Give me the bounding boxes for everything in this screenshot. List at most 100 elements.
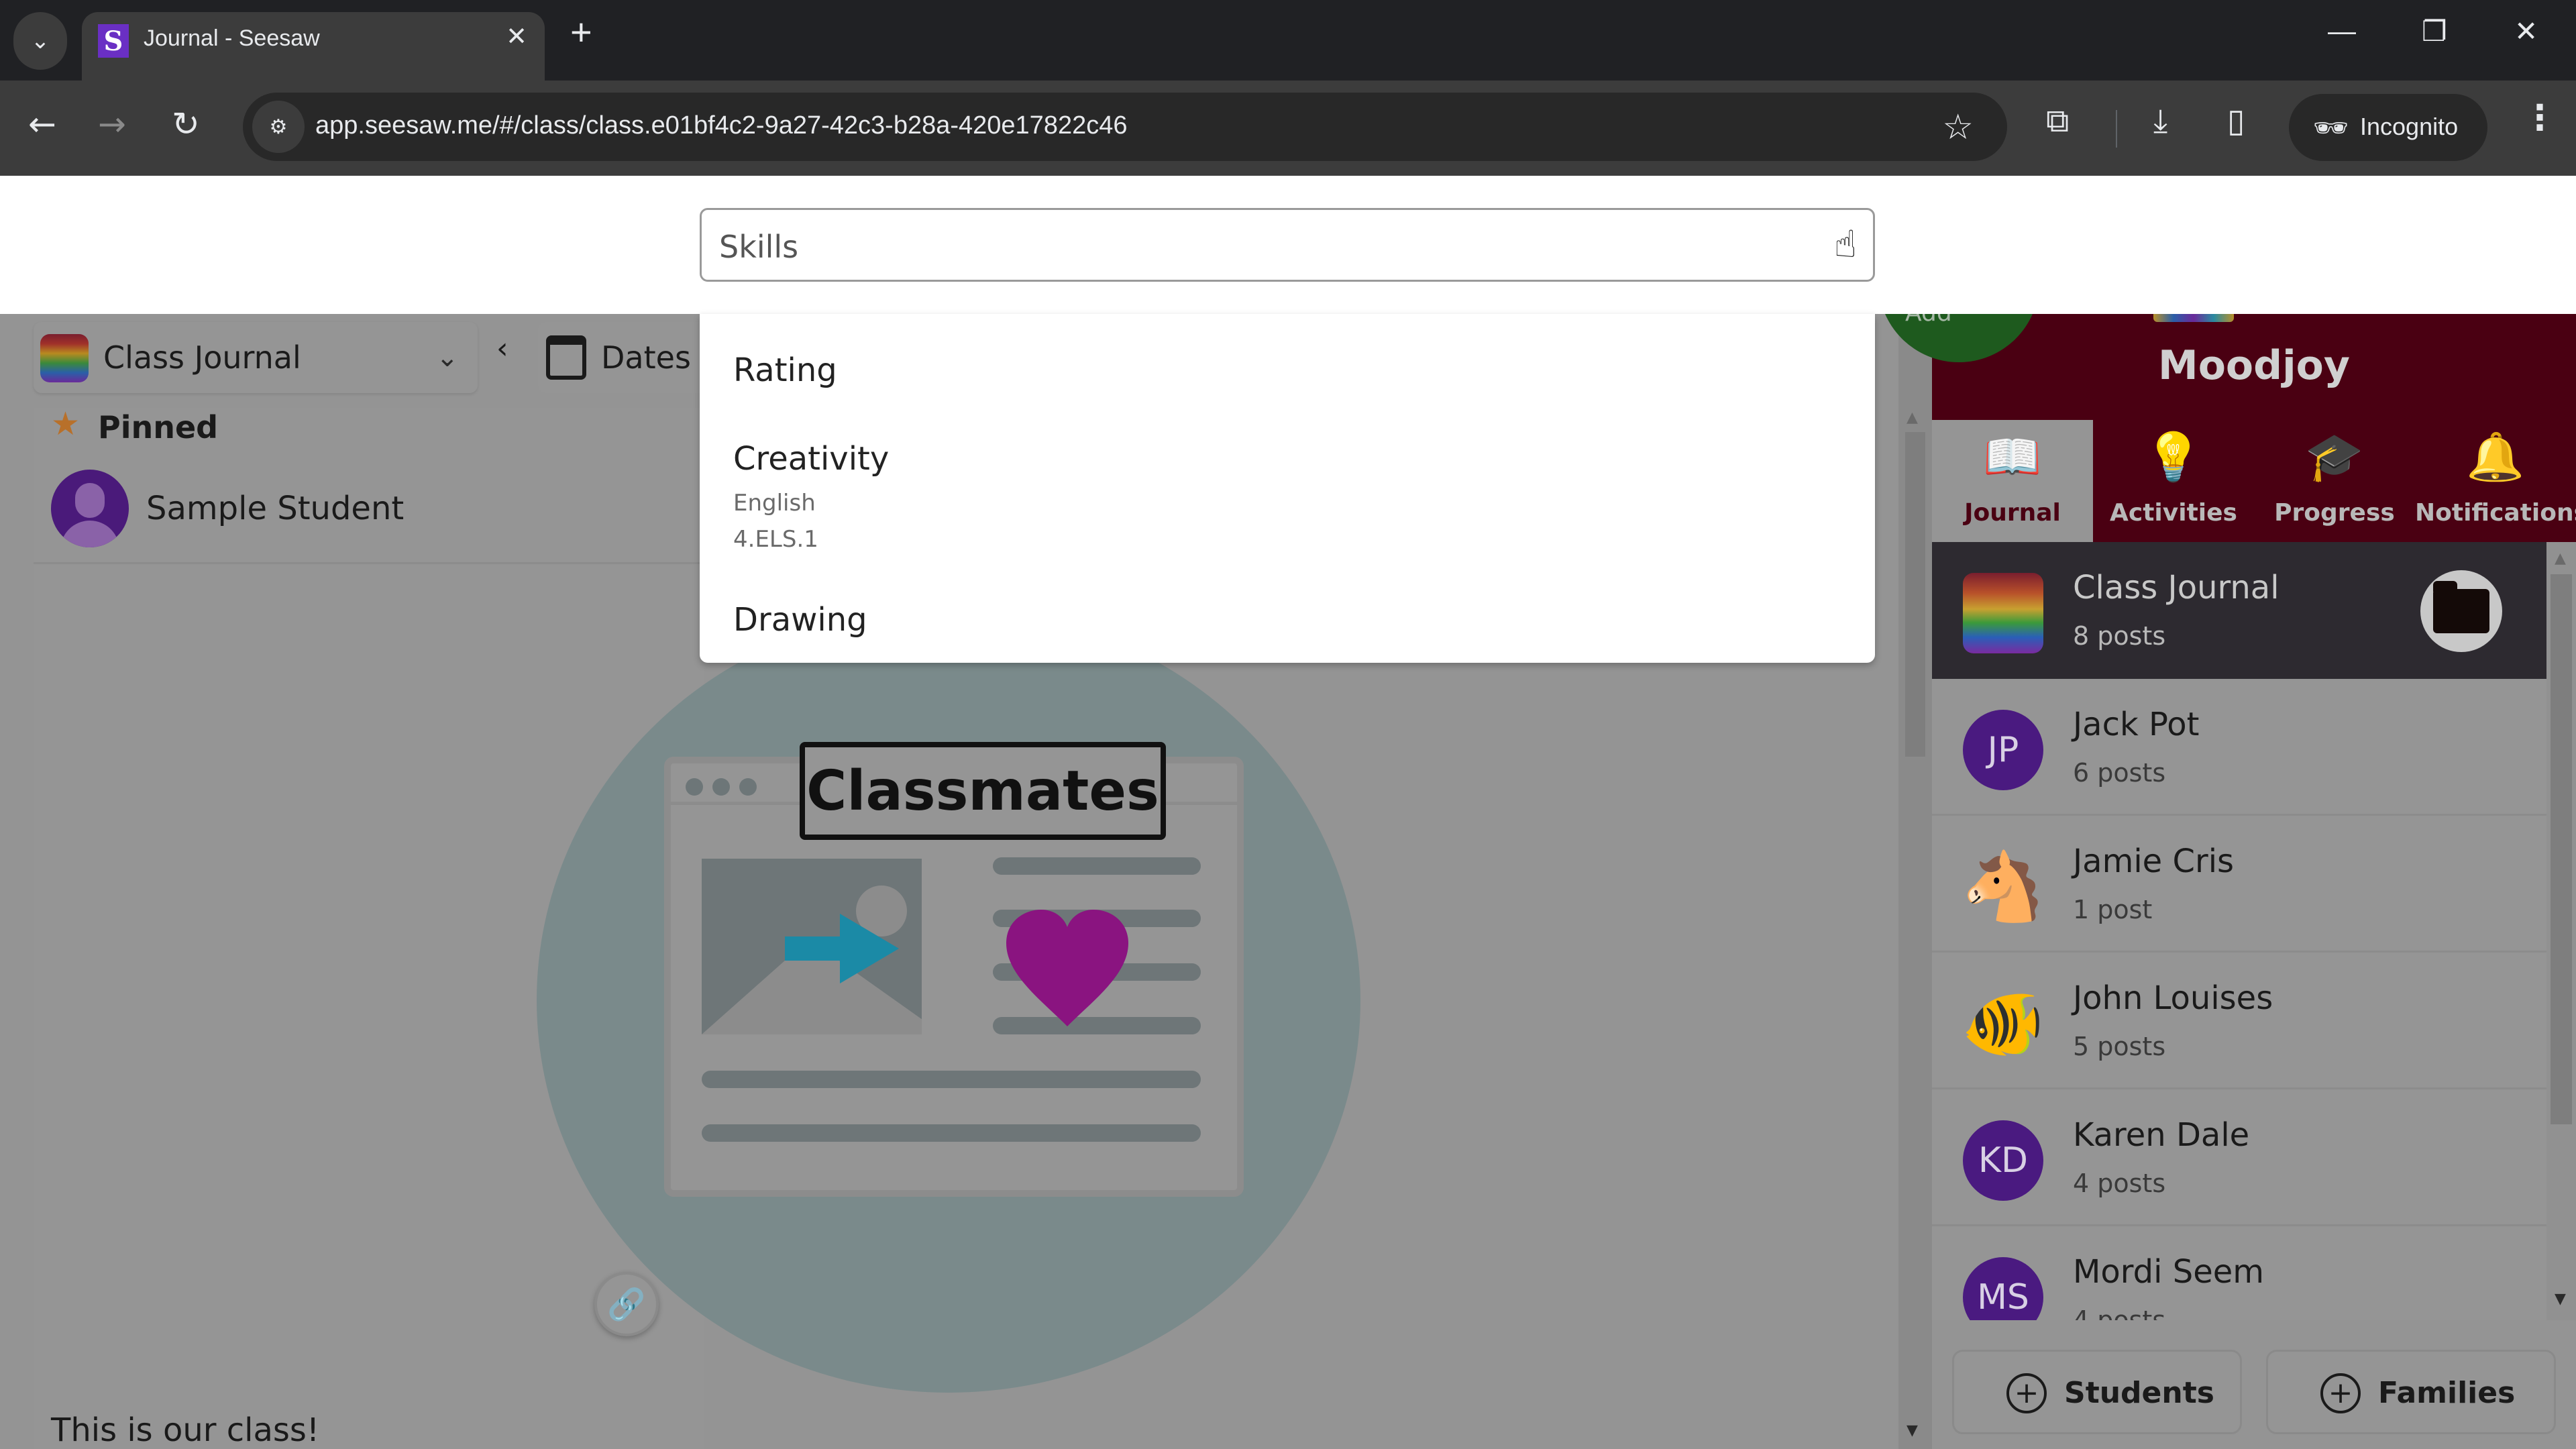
bell-icon: 🔔 <box>2466 429 2525 484</box>
incognito-indicator[interactable]: 🕶 Incognito <box>2289 94 2487 161</box>
pinned-student-name[interactable]: Sample Student <box>146 490 404 527</box>
list-item-name: Jamie Cris <box>2073 843 2235 880</box>
dates-label: Dates <box>601 339 691 376</box>
kebab-menu-icon: ⋮ <box>2522 98 2557 138</box>
tab-title: Journal - Seesaw <box>144 25 320 51</box>
list-item-count: 6 posts <box>2073 758 2166 788</box>
folders-button[interactable] <box>2420 570 2502 652</box>
extensions-button[interactable]: ⧉ <box>2046 105 2069 137</box>
scroll-down-arrow-icon[interactable]: ▼ <box>2555 1291 2566 1307</box>
list-item-name: Mordi Seem <box>2073 1253 2265 1291</box>
close-icon: ✕ <box>2514 15 2538 47</box>
url-text[interactable]: app.seesaw.me/#/class/class.e01bf4c2-9a2… <box>315 111 1128 140</box>
seesaw-favicon-icon: S <box>98 24 129 58</box>
tab-label: Progress <box>2274 499 2395 527</box>
illustration-text-line <box>993 857 1201 875</box>
download-icon: ⤓ <box>2153 102 2168 140</box>
list-item-count: 5 posts <box>2073 1032 2166 1061</box>
skill-option-drawing[interactable]: Drawing <box>733 601 867 639</box>
new-tab-button[interactable]: + <box>570 13 592 51</box>
rainbow-decoration <box>2153 314 2234 322</box>
list-item-count: 1 post <box>2073 895 2153 924</box>
incognito-label: Incognito <box>2360 113 2459 140</box>
avatar: KD <box>1963 1120 2043 1201</box>
close-window-button[interactable]: ✕ <box>2514 15 2538 48</box>
avatar-body <box>60 521 119 547</box>
class-journal-selector[interactable]: Class Journal ⌄ <box>34 322 478 393</box>
close-tab-button[interactable]: ✕ <box>506 21 527 52</box>
tab-progress[interactable]: 🎓 Progress <box>2254 420 2415 542</box>
tab-search-button[interactable]: ⌄ <box>13 12 67 70</box>
horse-avatar-icon: 🐴 <box>1961 847 2045 926</box>
tab-label: Activities <box>2110 499 2237 527</box>
divider <box>34 562 704 564</box>
skill-option-standard: 4.ELS.1 <box>733 526 818 553</box>
restore-button[interactable]: ❐ <box>2422 15 2447 48</box>
add-families-label: Families <box>2378 1376 2516 1410</box>
list-item[interactable]: 🐠 John Louises 5 posts <box>1932 953 2546 1089</box>
book-icon: 📖 <box>1983 429 2042 484</box>
browser-menu-button[interactable]: ⋮ <box>2522 101 2557 136</box>
class-bear-icon <box>1963 573 2043 653</box>
pinned-heading: Pinned <box>98 409 219 445</box>
back-button[interactable]: ← <box>28 107 56 141</box>
class-bear-icon <box>40 334 89 382</box>
scroll-up-arrow-icon[interactable]: ▲ <box>1907 409 1918 426</box>
plus-icon: + <box>570 11 592 53</box>
collapse-button[interactable]: ‹ <box>496 331 508 366</box>
lightbulb-icon: 💡 <box>2144 429 2203 484</box>
browser-toolbar: ← → ↻ ⚙ app.seesaw.me/#/class/class.e01b… <box>0 80 2576 176</box>
site-info-button[interactable]: ⚙ <box>252 101 305 153</box>
journal-scrollbar[interactable]: ▲ ▼ <box>1898 314 1932 1449</box>
illustration-title: Classmates <box>806 759 1159 823</box>
reload-button[interactable]: ↻ <box>172 107 200 141</box>
list-item[interactable]: JP Jack Pot 6 posts <box>1932 679 2546 816</box>
list-item-name: Class Journal <box>2073 569 2279 606</box>
list-item-count: 4 posts <box>2073 1305 2166 1320</box>
minimize-icon: — <box>2328 15 2356 46</box>
avatar[interactable] <box>51 470 129 547</box>
skill-option-creativity[interactable]: Creativity English 4.ELS.1 <box>733 440 889 553</box>
class-select-label: Class Journal <box>103 339 301 376</box>
downloads-button[interactable]: ⤓ <box>2153 105 2167 137</box>
list-item[interactable]: 🐴 Jamie Cris 1 post <box>1932 816 2546 953</box>
link-icon: 🔗 <box>607 1285 646 1322</box>
skill-option-title: Drawing <box>733 601 867 639</box>
skill-option-subject: English <box>733 490 816 517</box>
puzzle-icon: ⧉ <box>2046 102 2070 140</box>
scrollbar-thumb[interactable] <box>1905 432 1925 757</box>
list-item[interactable]: Class Journal 8 posts <box>1932 542 2546 679</box>
skill-option-rating[interactable]: Rating <box>733 352 837 389</box>
bookmark-button[interactable]: ☆ <box>1942 107 1974 148</box>
list-item[interactable]: MS Mordi Seem 4 posts <box>1932 1226 2546 1320</box>
minimize-button[interactable]: — <box>2328 15 2356 47</box>
student-list-scrollbar[interactable]: ▲ ▼ <box>2546 542 2576 1320</box>
tab-journal-seesaw[interactable]: S Journal - Seesaw ✕ <box>82 12 545 80</box>
tab-label: Notifications <box>2415 499 2576 527</box>
tab-journal[interactable]: 📖 Journal <box>1932 420 2093 542</box>
link-button[interactable]: 🔗 <box>594 1272 659 1336</box>
add-families-button[interactable]: + Families <box>2266 1350 2556 1434</box>
illustration-text-line <box>702 1124 1201 1142</box>
scroll-down-arrow-icon[interactable]: ▼ <box>1907 1422 1918 1439</box>
skills-combobox[interactable]: Skills ☝ <box>700 208 1875 282</box>
sidebar-nav: 📖 Journal 💡 Activities 🎓 Progress 🔔 Noti… <box>1932 420 2576 542</box>
pointer-cursor-icon: ☝ <box>1833 223 1857 266</box>
tab-activities[interactable]: 💡 Activities <box>2093 420 2254 542</box>
plus-circle-icon: + <box>2320 1373 2361 1413</box>
heart-icon <box>1006 910 1128 1026</box>
tune-icon: ⚙ <box>269 115 288 139</box>
reload-icon: ↻ <box>172 105 200 144</box>
skills-input-value: Skills <box>719 229 799 265</box>
tab-notifications[interactable]: 🔔 Notifications <box>2415 420 2576 542</box>
list-item[interactable]: KD Karen Dale 4 posts <box>1932 1089 2546 1226</box>
scrollbar-thumb[interactable] <box>2551 574 2572 1124</box>
add-students-button[interactable]: + Students <box>1952 1350 2242 1434</box>
side-panel-button[interactable]: ▯ <box>2227 105 2245 137</box>
toolbar-divider <box>2116 110 2117 148</box>
list-item-name: Karen Dale <box>2073 1116 2250 1154</box>
forward-button[interactable]: → <box>98 107 126 141</box>
scroll-up-arrow-icon[interactable]: ▲ <box>2555 550 2566 567</box>
address-bar[interactable]: ⚙ app.seesaw.me/#/class/class.e01bf4c2-9… <box>243 93 2007 161</box>
chevron-down-icon: ⌄ <box>30 28 50 54</box>
